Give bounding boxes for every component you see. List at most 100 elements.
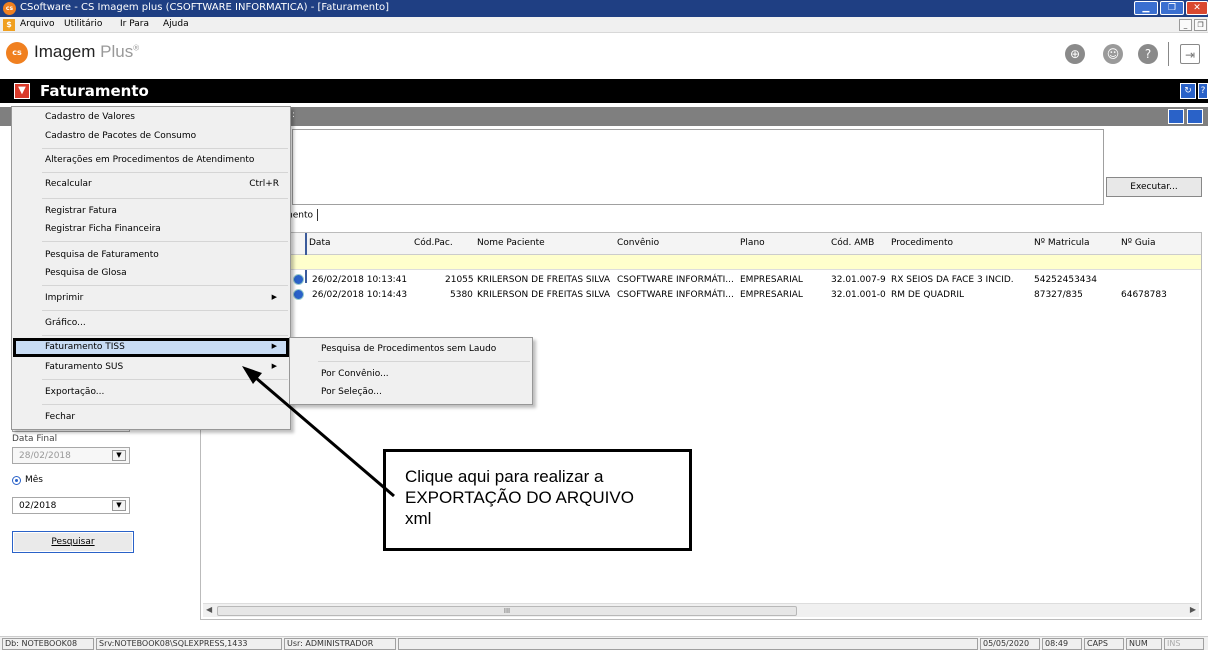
menu-item-fechar[interactable]: Fechar — [13, 408, 289, 427]
menu-item-pesquisa-faturamento[interactable]: Pesquisa de Faturamento — [13, 246, 289, 265]
menu-item-grafico[interactable]: Gráfico... — [13, 314, 289, 333]
menu-separator — [42, 379, 288, 380]
minimize-panel-icon[interactable] — [1187, 109, 1203, 124]
menu-ajuda[interactable]: Ajuda — [163, 19, 189, 29]
chevron-right-icon: ▶ — [271, 342, 277, 350]
close-button[interactable]: ✕ — [1186, 1, 1208, 15]
globe-icon[interactable]: ⊕ — [1065, 44, 1085, 64]
execute-button[interactable]: Executar... — [1106, 177, 1202, 197]
data-final-combo[interactable]: 28/02/2018 ▼ — [12, 447, 130, 464]
menu-item-cadastro-pacotes[interactable]: Cadastro de Pacotes de Consumo — [13, 127, 289, 146]
menu-item-label: Cadastro de Valores — [45, 112, 135, 122]
filter-box — [292, 129, 1104, 205]
app-logo: Imagem Plus® — [34, 42, 139, 62]
menu-separator — [42, 148, 288, 149]
logo-icon: cs — [6, 42, 28, 64]
menu-item-alteracoes[interactable]: Alterações em Procedimentos de Atendimen… — [13, 151, 289, 170]
submenu-faturamento-tiss: Pesquisa de Procedimentos sem Laudo Por … — [289, 337, 533, 405]
menu-item-exportacao[interactable]: Exportação... — [13, 383, 289, 402]
restore-button[interactable]: ❐ — [1160, 1, 1184, 15]
results-grid: Data Cód.Pac. Nome Paciente Convênio Pla… — [200, 232, 1202, 620]
col-cod-amb[interactable]: Cód. AMB — [831, 238, 874, 248]
menu-separator — [42, 310, 288, 311]
menu-item-label: Exportação... — [45, 387, 105, 397]
menu-utilitario[interactable]: Utilitário — [64, 19, 102, 29]
submenu-item-por-convenio[interactable]: Por Convênio... — [291, 365, 531, 383]
col-guia[interactable]: Nº Guia — [1121, 238, 1156, 248]
chevron-right-icon: ▶ — [271, 293, 277, 301]
grid-header: Data Cód.Pac. Nome Paciente Convênio Pla… — [201, 233, 1201, 255]
col-nome-paciente[interactable]: Nome Paciente — [477, 238, 545, 248]
logout-icon[interactable]: ⇥ — [1180, 44, 1200, 64]
table-row[interactable]: 26/02/2018 10:14:43 5380 KRILERSON DE FR… — [201, 289, 1201, 302]
menu-item-label: Registrar Fatura — [45, 206, 117, 216]
cell-procedimento: RX SEIOS DA FACE 3 INCID. — [891, 275, 1014, 285]
scroll-left-icon[interactable]: ◀ — [206, 605, 212, 614]
chevron-down-icon[interactable]: ▼ — [112, 450, 126, 461]
col-data[interactable]: Data — [309, 238, 331, 248]
col-matricula[interactable]: Nº Matricula — [1034, 238, 1090, 248]
form-menu-icon[interactable]: ▼ — [14, 83, 30, 99]
help-icon[interactable]: ? — [1138, 44, 1158, 64]
logo-main: Imagem — [34, 42, 96, 61]
cell-cod-amb: 32.01.007-9 — [831, 275, 886, 285]
menu-item-label: Alterações em Procedimentos de Atendimen… — [45, 155, 255, 165]
col-plano[interactable]: Plano — [740, 238, 765, 248]
data-final-value: 28/02/2018 — [19, 451, 71, 461]
cell-cod-pac: 5380 — [450, 290, 473, 300]
status-usr: Usr: ADMINISTRADOR — [284, 638, 396, 650]
maximize-panel-icon[interactable] — [1168, 109, 1184, 124]
menu-item-imprimir[interactable]: Imprimir ▶ — [13, 289, 289, 308]
user-icon[interactable]: ☺ — [1103, 44, 1123, 64]
col-convenio[interactable]: Convênio — [617, 238, 659, 248]
table-row[interactable]: 26/02/2018 10:13:41 21055 KRILERSON DE F… — [201, 274, 1201, 287]
app-header: cs Imagem Plus® ⊕ ☺ ? ⇥ — [0, 34, 1208, 78]
submenu-item-label: Pesquisa de Procedimentos sem Laudo — [321, 344, 497, 354]
cell-nome: KRILERSON DE FREITAS SILVA — [477, 290, 611, 300]
menu-item-registrar-fatura[interactable]: Registrar Fatura — [13, 202, 289, 221]
search-button[interactable]: Pesquisar — [12, 531, 134, 553]
form-header: ▼ Faturamento ↻ ? — [0, 79, 1208, 103]
form-help-icon[interactable]: ? — [1198, 83, 1208, 99]
status-bar: Db: NOTEBOOK08 Srv:NOTEBOOK08\SQLEXPRESS… — [0, 636, 1208, 650]
mdi-restore-button[interactable]: ❐ — [1194, 19, 1207, 31]
menubar: $ Arquivo Utilitário Ir Para Ajuda _ ❐ — [0, 17, 1208, 33]
scroll-thumb[interactable]: III — [217, 606, 797, 616]
menu-item-label: Registrar Ficha Financeira — [45, 224, 161, 234]
logo-plus: Plus — [100, 42, 134, 61]
menu-item-faturamento-sus[interactable]: Faturamento SUS ▶ — [13, 358, 289, 377]
submenu-item-pesquisa-sem-laudo[interactable]: Pesquisa de Procedimentos sem Laudo — [291, 340, 531, 358]
horizontal-scrollbar[interactable]: ◀ III ▶ — [203, 603, 1199, 617]
minimize-button[interactable]: ▁ — [1134, 1, 1158, 15]
menu-item-registrar-ficha[interactable]: Registrar Ficha Financeira — [13, 220, 289, 239]
scroll-right-icon[interactable]: ▶ — [1190, 605, 1196, 614]
mes-combo[interactable]: 02/2018 ▼ — [12, 497, 130, 514]
menu-item-faturamento-tiss[interactable]: Faturamento TISS ▶ — [13, 338, 289, 357]
cell-guia: 64678783 — [1121, 290, 1167, 300]
status-ins: INS — [1164, 638, 1204, 650]
menu-item-label: Pesquisa de Glosa — [45, 268, 127, 278]
exam-icon — [293, 274, 304, 285]
cell-convenio: CSOFTWARE INFORMÁTI... — [617, 275, 734, 285]
window-titlebar: cs CSoftware - CS Imagem plus (CSOFTWARE… — [0, 0, 1208, 17]
mes-radio[interactable] — [12, 476, 21, 485]
chevron-down-icon[interactable]: ▼ — [112, 500, 126, 511]
menu-item-label: Faturamento TISS — [45, 342, 125, 352]
submenu-item-por-selecao[interactable]: Por Seleção... — [291, 383, 531, 401]
cell-convenio: CSOFTWARE INFORMÁTI... — [617, 290, 734, 300]
menu-arquivo[interactable]: Arquivo — [20, 19, 54, 29]
menu-item-recalcular[interactable]: Recalcular Ctrl+R — [13, 175, 289, 194]
grid-filter-row[interactable] — [201, 255, 1201, 270]
col-cod-pac[interactable]: Cód.Pac. — [414, 238, 453, 248]
menu-item-pesquisa-glosa[interactable]: Pesquisa de Glosa — [13, 264, 289, 283]
data-final-label: Data Final — [12, 434, 58, 444]
refresh-icon[interactable]: ↻ — [1180, 83, 1196, 99]
menu-ir-para[interactable]: Ir Para — [120, 19, 149, 29]
mdi-minimize-button[interactable]: _ — [1179, 19, 1192, 31]
menu-item-cadastro-valores[interactable]: Cadastro de Valores — [13, 108, 289, 127]
chevron-right-icon: ▶ — [271, 362, 277, 370]
cell-cod-amb: 32.01.001-0 — [831, 290, 886, 300]
col-procedimento[interactable]: Procedimento — [891, 238, 953, 248]
menu-separator — [42, 335, 288, 336]
form-title: Faturamento — [40, 82, 149, 100]
